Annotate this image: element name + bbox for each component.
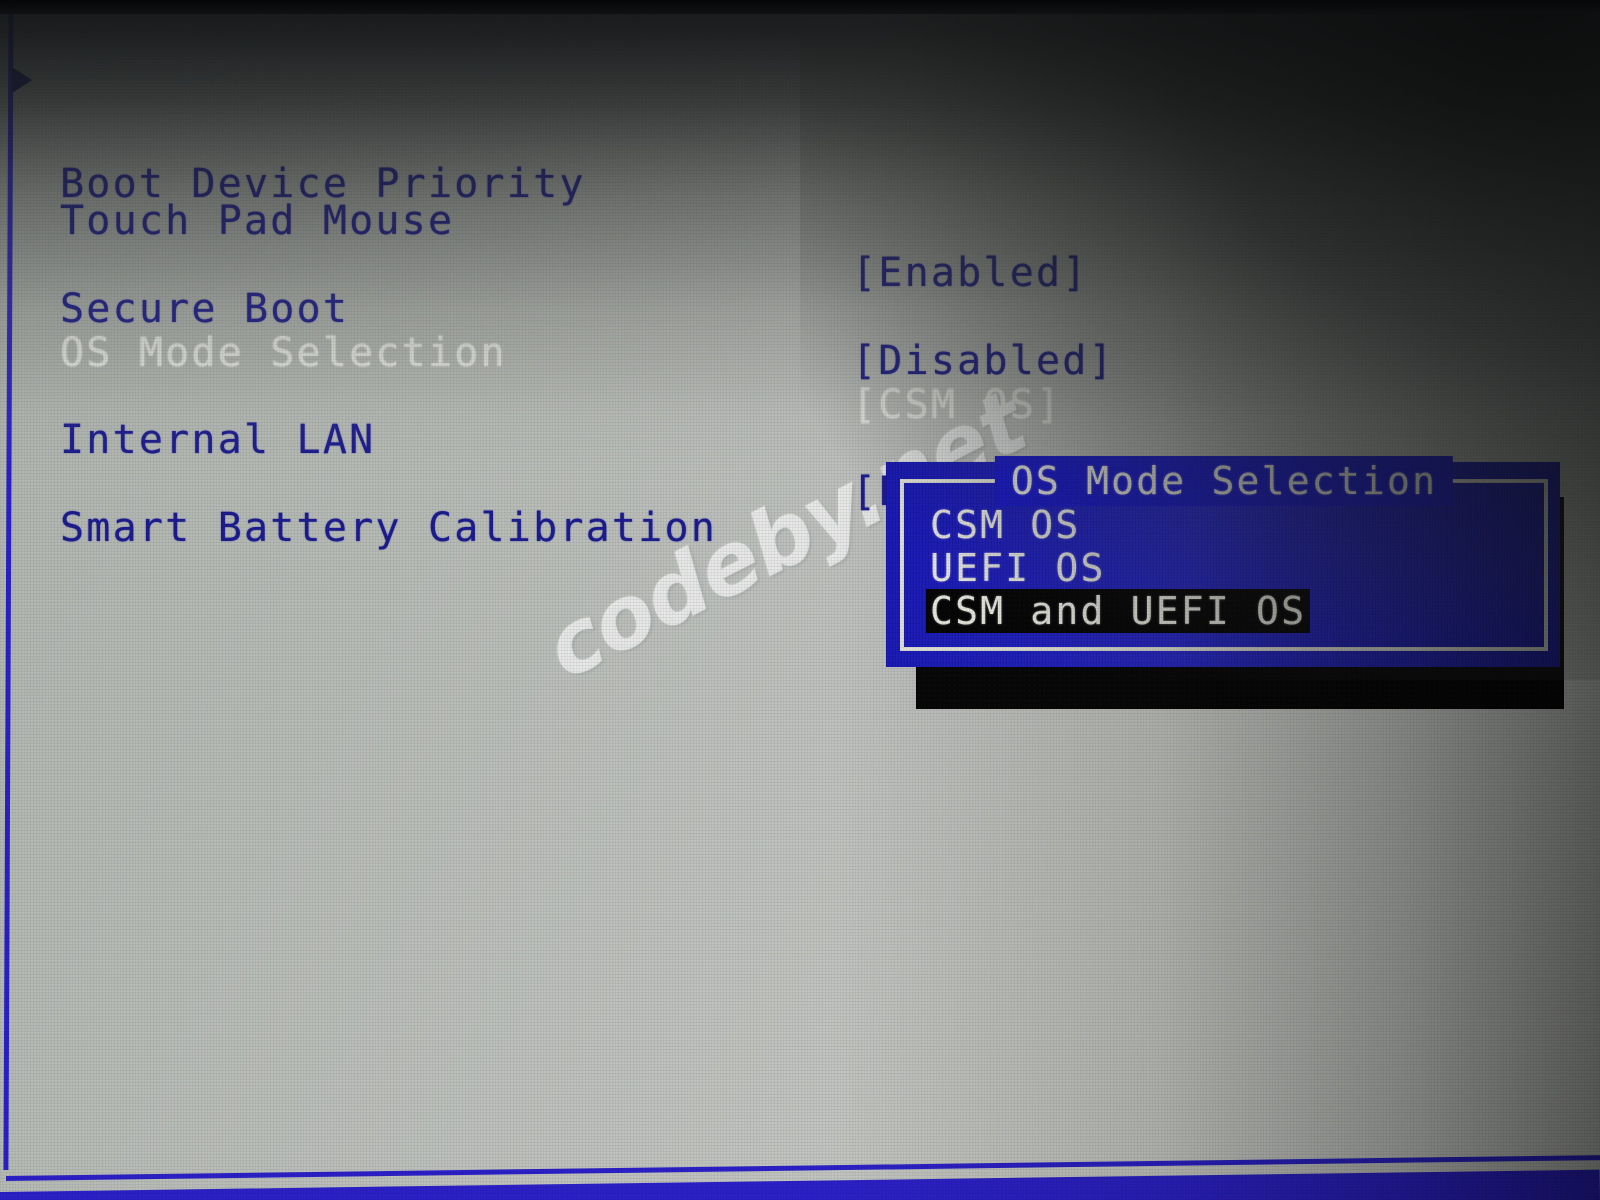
menu-row-os-mode-selection[interactable]: OS Mode Selection [CSM OS] [0, 275, 1200, 428]
dialog-option-csm-os[interactable]: CSM OS [926, 503, 1084, 547]
dialog-border-box: OS Mode Selection CSM OS UEFI OS CSM and… [900, 456, 1548, 651]
menu-row-boot-device-priority[interactable]: Boot Device Priority [0, 54, 1200, 207]
menu-row-touch-pad-mouse[interactable]: Touch Pad Mouse [Enabled] [0, 143, 1200, 296]
menu-row-label: Smart Battery Calibration [60, 505, 718, 551]
os-mode-selection-dialog[interactable]: OS Mode Selection CSM OS UEFI OS CSM and… [886, 456, 1560, 667]
bios-setup-screen: codeby.net Boot Device Priority Touch Pa… [0, 0, 1600, 1200]
menu-row-internal-lan[interactable]: Internal LAN [Enabled] [0, 362, 1200, 515]
dialog-option-csm-and-uefi-os[interactable]: CSM and UEFI OS [926, 589, 1311, 633]
dialog-title: OS Mode Selection [994, 456, 1454, 506]
dialog-option-uefi-os[interactable]: UEFI OS [926, 546, 1110, 590]
submenu-arrow-icon [12, 67, 32, 93]
